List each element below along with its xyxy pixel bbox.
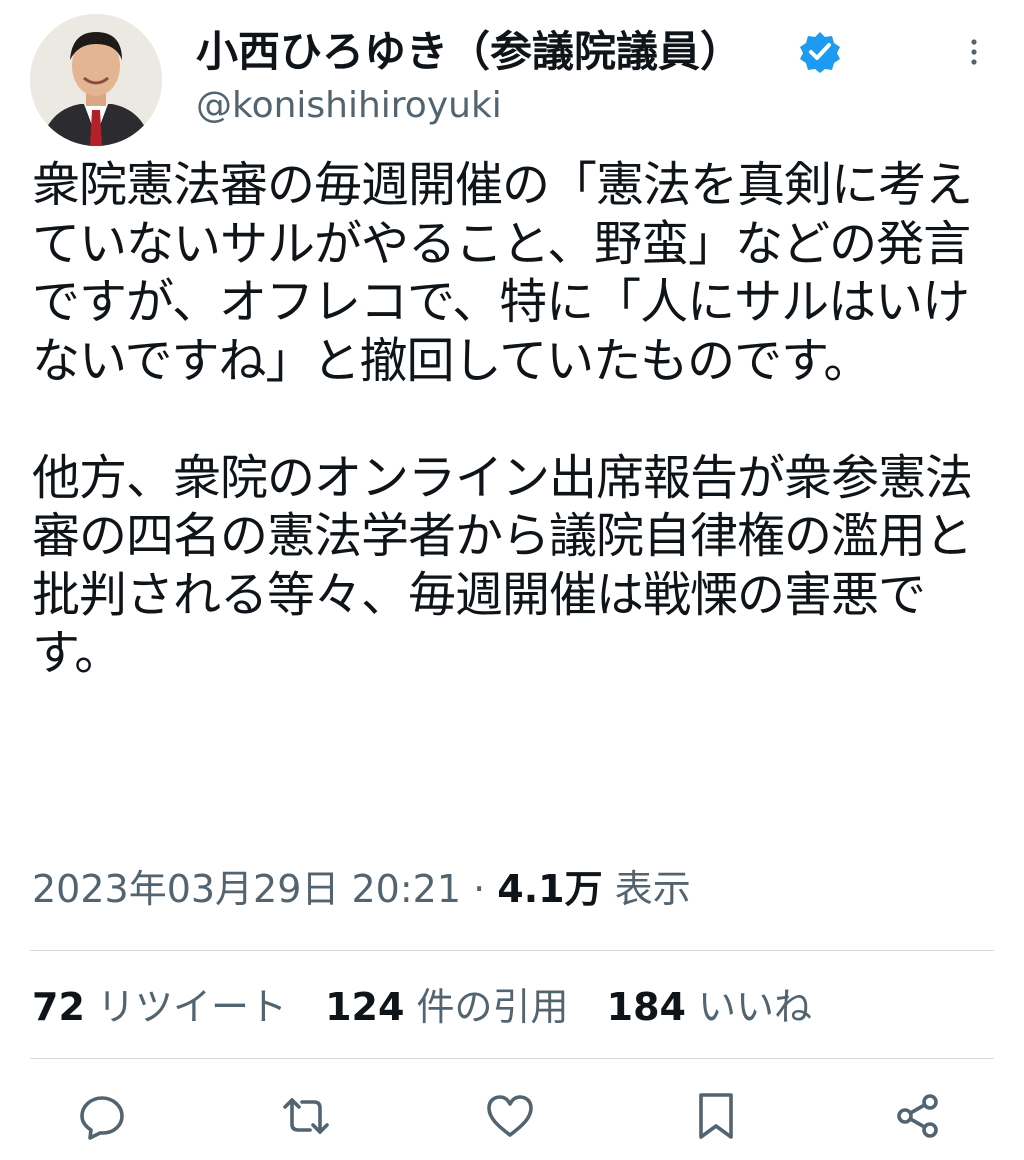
tweet-meta: 2023年03月29日 20:21 · 4.1万 表示	[32, 864, 691, 914]
quotes-count: 124	[325, 985, 405, 1029]
share-icon[interactable]	[892, 1090, 944, 1142]
author-handle[interactable]: @konishihiroyuki	[196, 84, 502, 128]
reply-icon[interactable]	[76, 1090, 128, 1142]
tweet-timestamp[interactable]: 2023年03月29日 20:21	[32, 867, 461, 911]
heart-icon[interactable]	[484, 1090, 536, 1142]
verified-badge-icon	[798, 30, 842, 74]
meta-separator: ·	[473, 867, 486, 911]
retweets-label: リツイート	[96, 985, 287, 1029]
retweet-icon[interactable]	[280, 1090, 332, 1142]
author-avatar[interactable]	[30, 14, 162, 146]
likes-stat[interactable]: 184 いいね	[607, 985, 812, 1029]
divider	[30, 950, 994, 951]
views-count: 4.1万	[497, 867, 603, 911]
retweets-stat[interactable]: 72 リツイート	[32, 985, 287, 1029]
retweets-count: 72	[32, 985, 85, 1029]
views-label: 表示	[614, 867, 691, 911]
tweet-text: 衆院憲法審の毎週開催の「憲法を真剣に考えていないサルがやること、野蛮」などの発言…	[32, 157, 973, 681]
quotes-label: 件の引用	[416, 985, 569, 1029]
quotes-stat[interactable]: 124 件の引用	[325, 985, 568, 1029]
more-vertical-icon[interactable]	[956, 36, 992, 72]
author-display-name[interactable]: 小西ひろゆき（参議院議員）	[196, 26, 742, 78]
bookmark-icon[interactable]	[690, 1090, 742, 1142]
likes-label: いいね	[698, 985, 813, 1029]
engagement-stats: 72 リツイート 124 件の引用 184 いいね	[32, 982, 838, 1032]
divider	[30, 1058, 994, 1059]
likes-count: 184	[606, 985, 686, 1029]
